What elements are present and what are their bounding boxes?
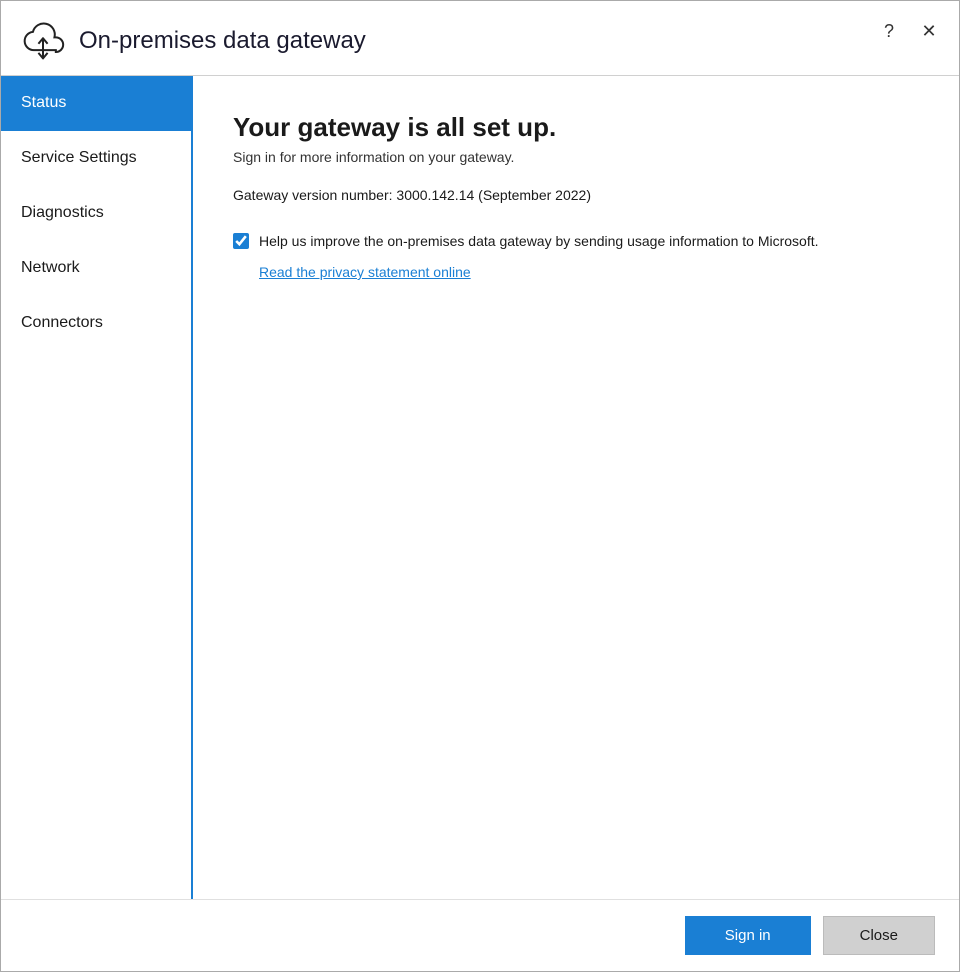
main-content: Your gateway is all set up. Sign in for …: [193, 76, 959, 899]
version-text: Gateway version number: 3000.142.14 (Sep…: [233, 187, 919, 203]
sidebar-item-status[interactable]: Status: [1, 76, 191, 131]
sidebar-label-connectors: Connectors: [21, 314, 103, 331]
status-heading: Your gateway is all set up.: [233, 112, 919, 143]
sidebar-label-network: Network: [21, 259, 80, 276]
footer: Sign in Close: [1, 899, 959, 971]
close-window-button[interactable]: ✕: [915, 17, 943, 45]
app-window: On-premises data gateway ? ✕ Status Serv…: [0, 0, 960, 972]
privacy-link[interactable]: Read the privacy statement online: [259, 264, 919, 280]
app-title: On-premises data gateway: [79, 27, 366, 55]
sign-in-button[interactable]: Sign in: [685, 916, 811, 955]
cloud-gateway-icon: [21, 19, 65, 63]
title-bar: On-premises data gateway ? ✕: [1, 1, 959, 76]
sidebar: Status Service Settings Diagnostics Netw…: [1, 76, 193, 899]
sidebar-label-status: Status: [21, 94, 66, 111]
sidebar-label-diagnostics: Diagnostics: [21, 204, 104, 221]
sidebar-label-service-settings: Service Settings: [21, 149, 137, 166]
content-area: Status Service Settings Diagnostics Netw…: [1, 76, 959, 899]
window-controls: ? ✕: [875, 17, 943, 45]
usage-checkbox[interactable]: [233, 233, 249, 249]
sidebar-item-service-settings[interactable]: Service Settings: [1, 131, 191, 186]
usage-checkbox-label[interactable]: Help us improve the on-premises data gat…: [259, 231, 819, 252]
usage-checkbox-wrapper[interactable]: [233, 233, 249, 254]
help-button[interactable]: ?: [875, 17, 903, 45]
close-button[interactable]: Close: [823, 916, 935, 955]
sidebar-item-network[interactable]: Network: [1, 241, 191, 296]
usage-checkbox-row: Help us improve the on-premises data gat…: [233, 231, 919, 254]
status-subtext: Sign in for more information on your gat…: [233, 149, 919, 165]
sidebar-item-diagnostics[interactable]: Diagnostics: [1, 186, 191, 241]
sidebar-item-connectors[interactable]: Connectors: [1, 296, 191, 351]
